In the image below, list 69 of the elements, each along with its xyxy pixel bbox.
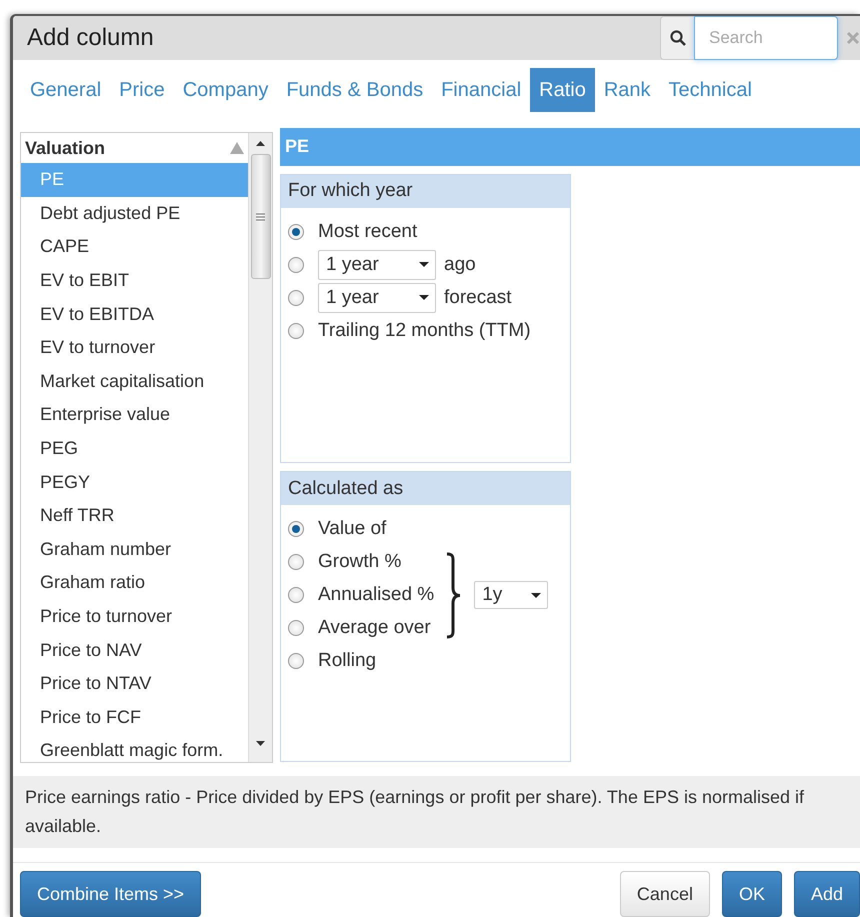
- search-field[interactable]: Search: [694, 16, 838, 60]
- option-label: ago: [444, 252, 476, 277]
- search-icon: [670, 30, 686, 46]
- radio-button[interactable]: [288, 256, 304, 273]
- brace-icon: [444, 552, 462, 639]
- dialog-button[interactable]: Add: [794, 871, 860, 917]
- tab[interactable]: Rank: [594, 68, 660, 112]
- radio-button[interactable]: [288, 587, 304, 604]
- option-label: Value of: [318, 517, 386, 542]
- tab[interactable]: Funds & Bonds: [277, 68, 432, 112]
- dialog-button[interactable]: Combine Items >>: [20, 871, 202, 917]
- list-item[interactable]: CAPE: [21, 230, 248, 264]
- description-text: Price earnings ratio - Price divided by EPS (earnings or profit per share). The EPS is normalised if available.: [13, 776, 860, 848]
- dropdown[interactable]: 1 year: [318, 250, 436, 280]
- dropdown[interactable]: 1y: [474, 581, 548, 610]
- dialog-button[interactable]: OK: [722, 871, 782, 917]
- panel-title: PE: [280, 128, 860, 166]
- list-item[interactable]: PEG: [21, 432, 248, 466]
- group-title: Calculated as: [281, 472, 570, 506]
- list-item[interactable]: Debt adjusted PE: [21, 196, 248, 230]
- option-label: Annualised %: [318, 583, 434, 608]
- list-item[interactable]: Enterprise value: [21, 398, 248, 432]
- list-heading: Valuation: [25, 136, 106, 160]
- tab[interactable]: Financial: [432, 68, 530, 112]
- list-item[interactable]: PEGY: [21, 465, 248, 499]
- option-label: Most recent: [318, 220, 418, 244]
- option-label: forecast: [444, 286, 512, 310]
- list-item[interactable]: EV to EBITDA: [21, 297, 248, 331]
- list-item[interactable]: Market capitalisation: [21, 364, 248, 398]
- search-button[interactable]: [660, 16, 694, 60]
- sort-icon[interactable]: [230, 142, 244, 154]
- option-label: Trailing 12 months (TTM): [318, 318, 531, 343]
- list-item[interactable]: Price to turnover: [21, 600, 248, 634]
- tab[interactable]: Price: [110, 68, 174, 112]
- tab[interactable]: Technical: [660, 68, 761, 112]
- dialog-title: Add column: [27, 23, 154, 53]
- group-title: For which year: [281, 174, 570, 208]
- close-icon[interactable]: [846, 31, 860, 45]
- scroll-up-icon[interactable]: [256, 141, 265, 146]
- radio-button[interactable]: [288, 322, 304, 339]
- list-item[interactable]: EV to turnover: [21, 330, 248, 365]
- radio-button[interactable]: [288, 620, 304, 636]
- list-item[interactable]: Price to FCF: [21, 700, 248, 734]
- scroll-thumb[interactable]: [250, 154, 270, 279]
- option-label: Growth %: [318, 550, 402, 574]
- scroll-down-icon[interactable]: [256, 741, 265, 746]
- radio-button[interactable]: [288, 290, 304, 306]
- radio-button[interactable]: [288, 224, 304, 240]
- radio-button[interactable]: [288, 521, 304, 538]
- list-item[interactable]: Graham ratio: [21, 566, 248, 600]
- list-item[interactable]: Neff TRR: [21, 498, 248, 533]
- scrollbar[interactable]: [248, 133, 272, 762]
- caret-icon: [419, 295, 429, 300]
- dropdown[interactable]: 1 year: [318, 282, 436, 313]
- caret-icon: [419, 262, 429, 268]
- dialog-button[interactable]: Cancel: [620, 871, 710, 917]
- option-label: Average over: [318, 616, 431, 640]
- list-item[interactable]: Greenblatt magic form.: [21, 734, 248, 762]
- option-label: Rolling: [318, 649, 376, 674]
- caret-icon: [531, 592, 542, 598]
- list-item[interactable]: Price to NAV: [21, 633, 248, 667]
- tab[interactable]: General: [21, 68, 110, 112]
- tab[interactable]: Company: [174, 68, 278, 112]
- radio-button[interactable]: [288, 554, 304, 570]
- list-item[interactable]: Graham number: [21, 532, 248, 566]
- list-item[interactable]: EV to EBIT: [21, 264, 248, 298]
- tab[interactable]: Ratio: [530, 68, 595, 112]
- list-item[interactable]: Price to NTAV: [21, 666, 248, 700]
- radio-button[interactable]: [288, 653, 304, 670]
